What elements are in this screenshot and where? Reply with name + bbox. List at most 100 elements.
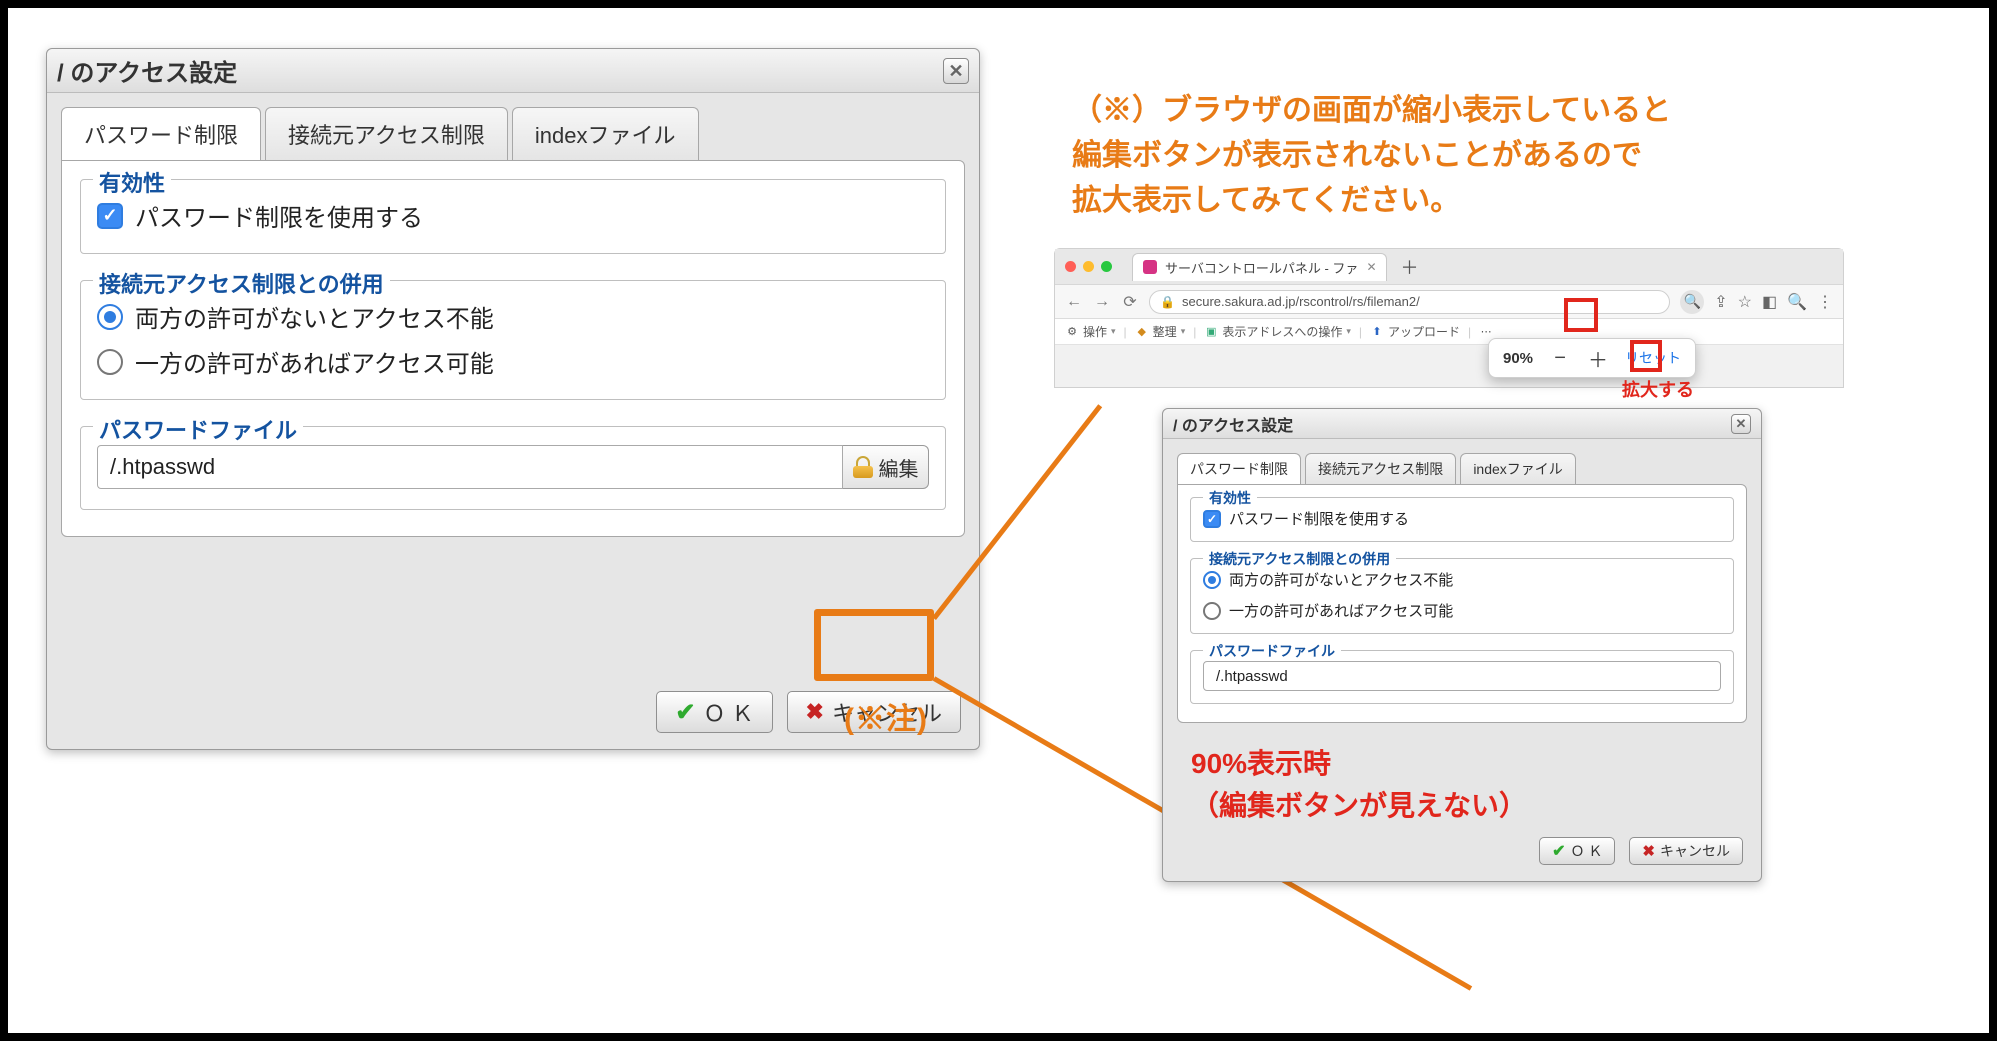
close-icon[interactable]: ✕ <box>943 58 969 84</box>
traffic-light-close-icon[interactable] <box>1065 261 1076 272</box>
tab-strip: パスワード制限 接続元アクセス制限 indexファイル <box>47 93 979 160</box>
browser-window: サーバコントロールパネル - ファ ✕ ＋ ← → ⟳ 🔒 secure.sak… <box>1054 248 1844 388</box>
radio-selected-icon[interactable] <box>1203 571 1221 589</box>
ok-label: Ｏ Ｋ <box>703 696 753 728</box>
warning-line-2: 編集ボタンが表示されないことがあるので <box>1072 133 1832 178</box>
radio-unselected-icon[interactable] <box>1203 602 1221 620</box>
checkbox-checked-icon[interactable]: ✓ <box>97 203 123 229</box>
tab-password-limit[interactable]: パスワード制限 <box>61 107 261 160</box>
browser-tabstrip: サーバコントロールパネル - ファ ✕ ＋ <box>1055 249 1843 285</box>
legend-combined: 接続元アクセス制限との併用 <box>93 267 390 299</box>
enlarge-label: 拡大する <box>1622 376 1694 402</box>
search-icon[interactable]: 🔍 <box>1787 292 1807 312</box>
browser-tab[interactable]: サーバコントロールパネル - ファ ✕ <box>1132 253 1387 281</box>
ext-icon[interactable]: ⋮ <box>1817 292 1833 312</box>
toolbar-item-organize[interactable]: ◆整理▾ <box>1135 323 1186 340</box>
warning-line-1: （※）ブラウザの画面が縮小表示していると <box>1072 88 1832 133</box>
dialog-titlebar: / のアクセス設定 ✕ <box>47 49 979 93</box>
edit-button-label: 編集 <box>879 453 919 482</box>
favicon-icon <box>1143 260 1157 274</box>
access-settings-dialog-large: / のアクセス設定 ✕ パスワード制限 接続元アクセス制限 indexファイル … <box>46 48 980 750</box>
nav-reload-icon[interactable]: ⟳ <box>1121 292 1139 312</box>
fieldset-password-file-small: パスワードファイル <box>1190 650 1734 704</box>
browser-tab-title: サーバコントロールパネル - ファ <box>1165 258 1358 277</box>
cancel-label-small: キャンセル <box>1660 841 1730 861</box>
traffic-light-min-icon[interactable] <box>1083 261 1094 272</box>
address-icon: ▣ <box>1204 325 1218 339</box>
radio-either-label: 一方の許可があればアクセス可能 <box>135 344 494 379</box>
red-caption-line-2: （編集ボタンが見えない） <box>1191 785 1761 827</box>
nav-forward-icon[interactable]: → <box>1093 293 1111 311</box>
zoom-in-button[interactable]: ＋ <box>1587 347 1609 369</box>
tab-pane-password: 有効性 ✓ パスワード制限を使用する 接続元アクセス制限との併用 両方の許可がな… <box>61 160 965 537</box>
ok-button-small[interactable]: ✔ Ｏ Ｋ <box>1539 837 1615 865</box>
legend-password-file-small: パスワードファイル <box>1203 641 1341 661</box>
radio-either-label-small: 一方の許可があればアクセス可能 <box>1229 600 1453 621</box>
red-caption-line-1: 90%表示時 <box>1191 743 1761 785</box>
dialog-button-row: ✔ Ｏ Ｋ ✖ キャンセル <box>47 691 979 749</box>
use-password-limit-row[interactable]: ✓ パスワード制限を使用する <box>97 198 929 233</box>
nav-back-icon[interactable]: ← <box>1065 293 1083 311</box>
zoom-indicator-icon[interactable]: 🔍 <box>1680 290 1704 314</box>
radio-either-ok-small[interactable]: 一方の許可があればアクセス可能 <box>1203 600 1721 621</box>
close-icon[interactable]: ✕ <box>1731 414 1751 434</box>
chevron-down-icon: ▾ <box>1346 326 1351 337</box>
toolbar-label-operate: 操作 <box>1083 323 1107 340</box>
password-file-input[interactable] <box>97 445 843 489</box>
check-icon: ✔ <box>1552 841 1565 861</box>
dialog-title-small: / のアクセス設定 <box>1173 412 1293 436</box>
password-file-input-small[interactable] <box>1203 661 1721 691</box>
toolbar-item-more[interactable]: ⋯ <box>1479 325 1493 339</box>
fieldset-validity-small: 有効性 ✓ パスワード制限を使用する <box>1190 497 1734 542</box>
access-settings-dialog-small: / のアクセス設定 ✕ パスワード制限 接続元アクセス制限 indexファイル … <box>1162 408 1762 882</box>
ok-label-small: Ｏ Ｋ <box>1571 841 1603 861</box>
radio-both-label-small: 両方の許可がないとアクセス不能 <box>1229 569 1453 590</box>
tab-source-limit[interactable]: 接続元アクセス制限 <box>265 107 508 160</box>
use-password-limit-row-small[interactable]: ✓ パスワード制限を使用する <box>1203 508 1721 529</box>
toolbar-item-operate[interactable]: ⚙操作▾ <box>1065 323 1116 340</box>
tab-index-file[interactable]: indexファイル <box>512 107 699 160</box>
star-icon[interactable]: ☆ <box>1738 292 1752 312</box>
legend-combined-small: 接続元アクセス制限との併用 <box>1203 549 1396 569</box>
window-controls <box>1065 261 1112 272</box>
chevron-down-icon: ▾ <box>1111 326 1116 337</box>
cancel-button-small[interactable]: ✖ キャンセル <box>1629 837 1743 865</box>
toolbar-label-address-op: 表示アドレスへの操作 <box>1222 323 1342 340</box>
radio-selected-icon[interactable] <box>97 304 123 330</box>
upload-icon: ⬆ <box>1370 325 1384 339</box>
radio-unselected-icon[interactable] <box>97 349 123 375</box>
toolbar-item-upload[interactable]: ⬆ アップロード <box>1370 323 1460 340</box>
omnibox-url: secure.sakura.ad.jp/rscontrol/rs/fileman… <box>1182 294 1420 309</box>
ok-button[interactable]: ✔ Ｏ Ｋ <box>656 691 772 733</box>
edit-button[interactable]: 編集 <box>843 445 929 489</box>
share-icon[interactable]: ⇪ <box>1714 292 1727 312</box>
dialog-button-row-small: ✔ Ｏ Ｋ ✖ キャンセル <box>1163 837 1761 881</box>
traffic-light-max-icon[interactable] <box>1101 261 1112 272</box>
warning-paragraph: （※）ブラウザの画面が縮小表示していると 編集ボタンが表示されないことがあるので… <box>1072 88 1832 223</box>
dialog-titlebar-small: / のアクセス設定 ✕ <box>1163 409 1761 439</box>
radio-both-label: 両方の許可がないとアクセス不能 <box>135 299 494 334</box>
red-highlight-zoom-indicator <box>1564 298 1598 332</box>
new-tab-button[interactable]: ＋ <box>1397 255 1421 279</box>
radio-both-required-small[interactable]: 両方の許可がないとアクセス不能 <box>1203 569 1721 590</box>
secure-lock-icon: 🔒 <box>1160 295 1174 309</box>
legend-password-file: パスワードファイル <box>93 413 303 445</box>
more-icon: ⋯ <box>1479 325 1493 339</box>
radio-both-required[interactable]: 両方の許可がないとアクセス不能 <box>97 299 929 334</box>
zoom-out-button[interactable]: − <box>1549 347 1571 369</box>
tab-strip-small: パスワード制限 接続元アクセス制限 indexファイル <box>1163 439 1761 484</box>
use-password-limit-label: パスワード制限を使用する <box>135 198 423 233</box>
toolbar-label-upload: アップロード <box>1388 323 1460 340</box>
dialog-title: / のアクセス設定 <box>57 53 237 88</box>
tab-index-file[interactable]: indexファイル <box>1460 453 1575 484</box>
tab-source-limit[interactable]: 接続元アクセス制限 <box>1305 453 1456 484</box>
toolbar-item-address-op[interactable]: ▣ 表示アドレスへの操作 ▾ <box>1204 323 1351 340</box>
legend-validity-small: 有効性 <box>1203 488 1257 508</box>
radio-either-ok[interactable]: 一方の許可があればアクセス可能 <box>97 344 929 379</box>
checkbox-checked-icon[interactable]: ✓ <box>1203 510 1221 528</box>
tab-close-icon[interactable]: ✕ <box>1366 262 1376 272</box>
note-asterisk: (※注) <box>844 694 928 738</box>
browser-right-icons: 🔍 ⇪ ☆ ◧ 🔍 ⋮ <box>1680 290 1833 314</box>
camera-icon[interactable]: ◧ <box>1762 292 1777 312</box>
tab-password-limit[interactable]: パスワード制限 <box>1177 453 1301 484</box>
